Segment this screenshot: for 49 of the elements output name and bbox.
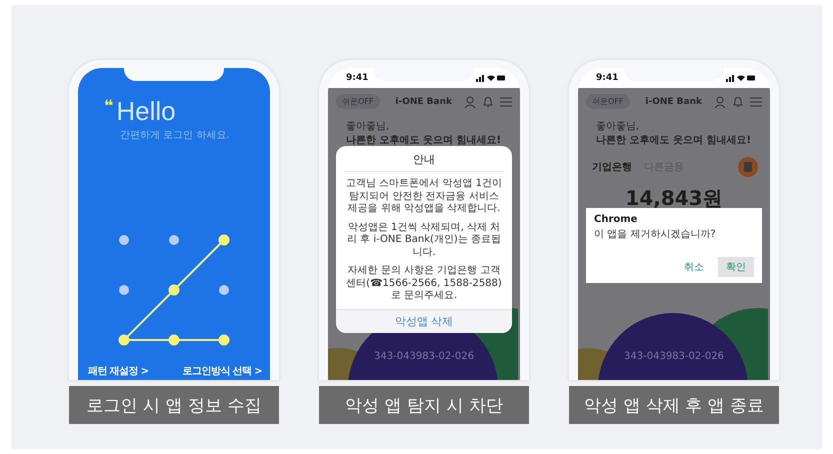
caption-label: 로그인 시 앱 정보 수집 — [69, 386, 279, 424]
login-link[interactable]: 패턴 재설정 > — [88, 364, 149, 378]
quote-mark: ❝ — [104, 98, 114, 114]
dialog-message: 이 앱을 제거하시겠습니까? — [594, 228, 717, 241]
bell-icon[interactable] — [732, 96, 744, 108]
caption-label: 악성 앱 탐지 시 차단 — [319, 386, 529, 424]
greeting-name: 좋아좋님, — [346, 120, 390, 133]
bell-icon[interactable] — [482, 96, 494, 108]
balance-amount: 14,843원 — [624, 185, 724, 212]
pattern-dot[interactable] — [169, 235, 179, 245]
status-icons — [726, 74, 756, 82]
menu-icon[interactable] — [750, 96, 762, 106]
safe-icon[interactable] — [738, 157, 758, 177]
dialog-title: Chrome — [594, 214, 638, 225]
account-tab[interactable]: 기업은행 — [592, 160, 632, 174]
greeting-message: 나른한 오후에도 웃으며 힘내세요! — [346, 134, 502, 147]
pattern-dot[interactable] — [218, 334, 230, 346]
dialog-title: 안내 — [344, 152, 504, 172]
status-icons — [476, 74, 506, 82]
confirm-button[interactable]: 확인 — [718, 257, 754, 277]
login-subtitle: 간편하게 로그인 하세요. — [120, 129, 230, 142]
account-number: 343-043983-02-026 — [623, 351, 725, 362]
pattern-dot[interactable] — [219, 285, 229, 295]
hello-title: Hello — [116, 98, 176, 124]
greeting-message: 나른한 오후에도 웃으며 힘내세요! — [596, 134, 752, 147]
pattern-dot[interactable] — [119, 285, 129, 295]
login-link[interactable]: 로그인방식 선택 > — [182, 364, 262, 378]
pattern-dot[interactable] — [168, 284, 180, 296]
status-time: 9:41 — [596, 73, 618, 83]
dialog-message: 고객님 스마트폰에서 악성앱 1건이 탐지되어 안전한 전자금융 서비스 제공을 위해 악성앱을 삭제합니다. — [345, 178, 503, 216]
dialog-message: 악성앱은 1건씩 삭제되며, 삭제 처리 후 i-ONE Bank(개인)는 종료됩니다. — [346, 222, 502, 259]
account-number: 343-043983-02-026 — [373, 351, 475, 362]
caption-label: 악성 앱 삭제 후 앱 종료 — [569, 386, 779, 424]
dialog-message: 자세한 문의 사항은 기업은행 고객센터(☎1566-2566, 1588-2588)로 문의주세요. — [345, 265, 503, 302]
menu-icon[interactable] — [500, 96, 512, 106]
user-icon[interactable] — [464, 96, 476, 108]
status-time: 9:41 — [346, 73, 368, 83]
pattern-dot[interactable] — [218, 234, 230, 246]
pattern-dot[interactable] — [168, 334, 180, 346]
cancel-button[interactable]: 취소 — [676, 257, 712, 277]
user-icon[interactable] — [714, 96, 726, 108]
pattern-dot[interactable] — [118, 334, 130, 346]
delete-app-button[interactable]: 악성앱 삭제 — [336, 308, 512, 332]
pattern-dot[interactable] — [119, 235, 129, 245]
easy-mode-toggle[interactable]: 쉬운OFF — [336, 94, 380, 109]
greeting-name: 좋아좋님, — [596, 120, 640, 133]
easy-mode-toggle[interactable]: 쉬운OFF — [586, 94, 630, 109]
bank-logo: i-ONE Bank — [395, 96, 452, 106]
bank-logo: i-ONE Bank — [645, 96, 702, 106]
